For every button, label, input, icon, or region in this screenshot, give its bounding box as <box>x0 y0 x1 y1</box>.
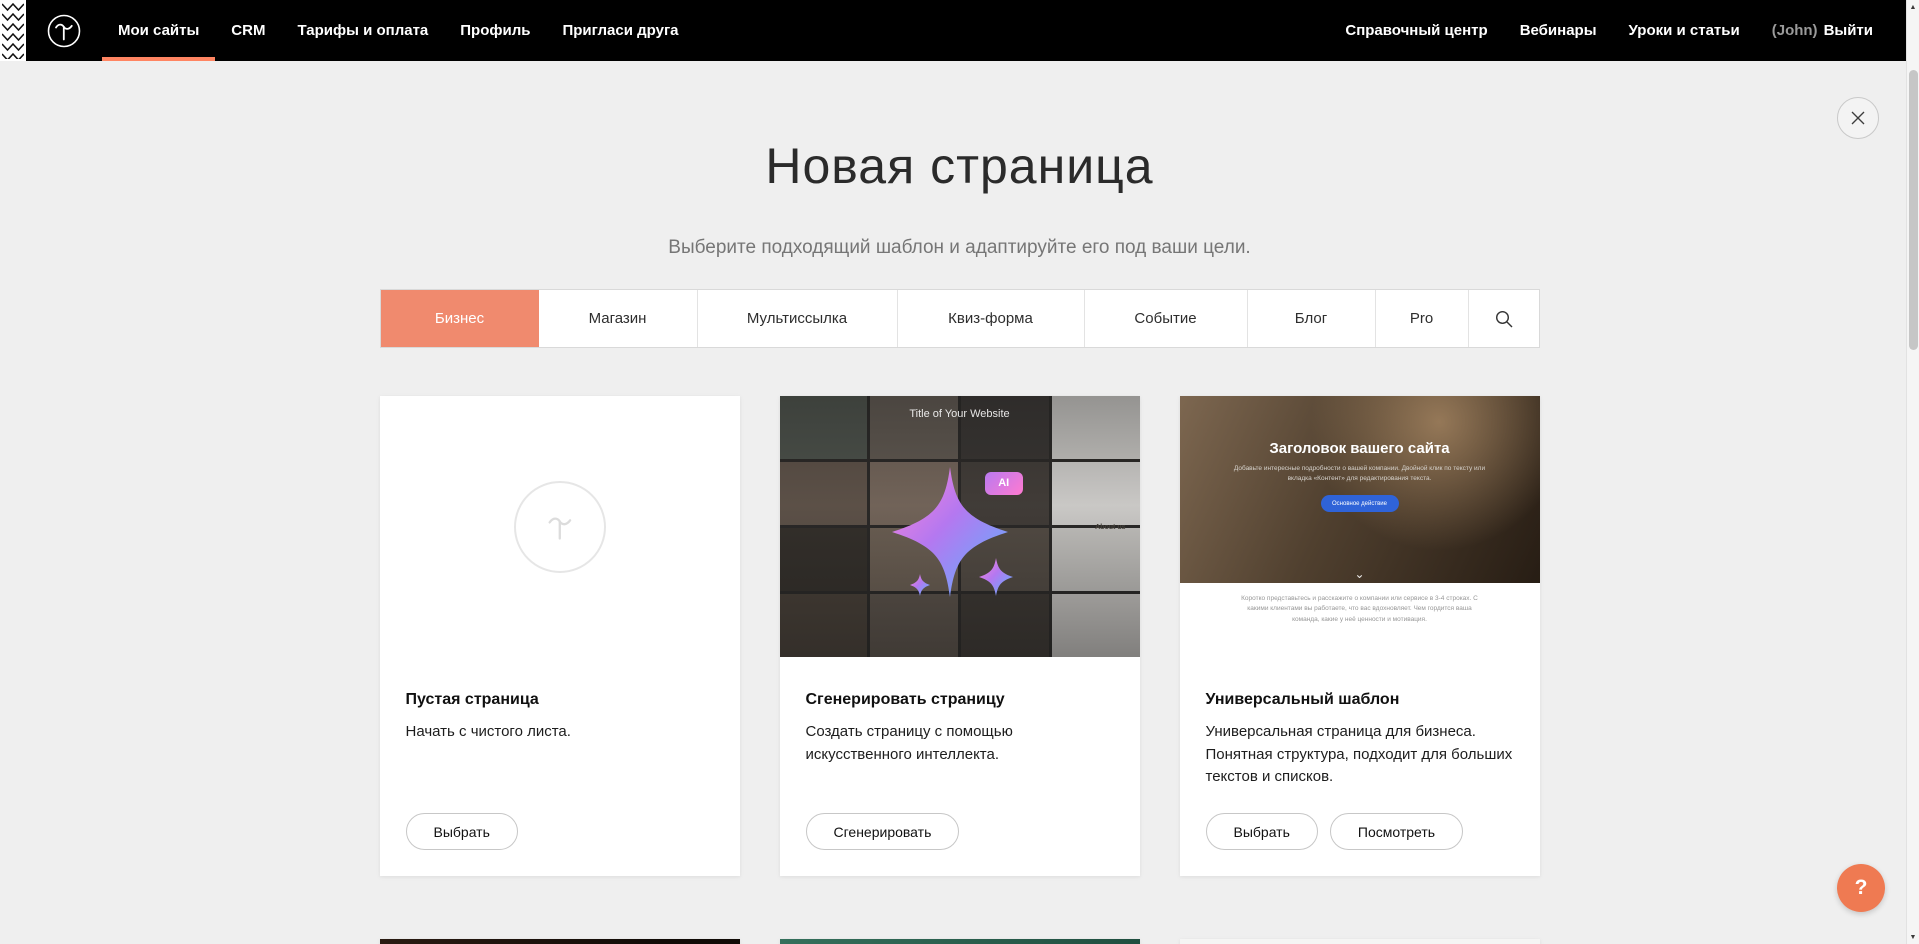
tab-label: Событие <box>1134 310 1196 327</box>
template-preview <box>1180 939 1540 944</box>
preview-button[interactable]: Посмотреть <box>1330 813 1463 850</box>
search-icon <box>1494 309 1514 329</box>
template-cards-row-2 <box>380 939 1540 944</box>
blank-preview <box>380 396 740 657</box>
template-card <box>380 939 740 944</box>
nav-item-profile[interactable]: Профиль <box>444 0 546 61</box>
template-preview: Заголовок вашего сайта Добавьте интересн… <box>1180 396 1540 657</box>
nav-item-label: Тарифы и оплата <box>297 22 428 39</box>
card-actions: Сгенерировать <box>806 813 1114 850</box>
scroll-thumb[interactable] <box>1909 70 1918 350</box>
template-body-text: Коротко представьтесь и расскажите о ком… <box>1241 594 1479 657</box>
tab-label: Блог <box>1295 310 1327 327</box>
nav-item-label: Мои сайты <box>118 22 199 39</box>
nav-item-label: Справочный центр <box>1345 22 1487 39</box>
nav-item-label: CRM <box>231 22 265 39</box>
card-title: Универсальный шаблон <box>1206 691 1514 709</box>
template-card-universal: Заголовок вашего сайта Добавьте интересн… <box>1180 396 1540 876</box>
tab-shop[interactable]: Магазин <box>539 290 698 347</box>
collage-section-label: About us <box>1095 524 1125 531</box>
logout-link[interactable]: Выйти <box>1824 22 1873 39</box>
ai-preview: Title of Your Website About us AI <box>780 396 1140 657</box>
choose-button[interactable]: Выбрать <box>406 813 518 850</box>
template-category-tabs: Бизнес Магазин Мультиссылка Квиз-форма С… <box>380 289 1540 348</box>
template-card <box>1180 939 1540 944</box>
nav-item-lessons[interactable]: Уроки и статьи <box>1613 0 1756 61</box>
user-name: (John) <box>1772 22 1818 39</box>
tab-label: Бизнес <box>435 310 484 327</box>
template-preview <box>780 939 1140 944</box>
generate-button[interactable]: Сгенерировать <box>806 813 960 850</box>
nav-item-label: Профиль <box>460 22 530 39</box>
template-preview <box>380 939 740 944</box>
nav-item-label: Вебинары <box>1520 22 1597 39</box>
card-body: Сгенерировать страницу Создать страницу … <box>780 657 1140 876</box>
template-cta-button: Основное действие <box>1321 495 1399 512</box>
tab-label: Квиз-форма <box>948 310 1033 327</box>
template-card-blank: Пустая страница Начать с чистого листа. … <box>380 396 740 876</box>
card-description: Универсальная страница для бизнеса. Поня… <box>1206 721 1514 789</box>
tab-multilink[interactable]: Мультиссылка <box>698 290 898 347</box>
tab-pro[interactable]: Pro <box>1376 290 1469 347</box>
card-description: Создать страницу с помощью искусственног… <box>806 721 1114 766</box>
nav-item-my-sites[interactable]: Мои сайты <box>102 0 215 61</box>
new-page-dialog: Новая страница Выберите подходящий шабло… <box>0 137 1919 944</box>
zigzag-pattern-icon <box>2 2 24 59</box>
card-body: Пустая страница Начать с чистого листа. … <box>380 657 740 876</box>
template-body: Коротко представьтесь и расскажите о ком… <box>1180 583 1540 657</box>
zigzag-decoration <box>0 0 26 61</box>
close-button[interactable] <box>1837 97 1879 139</box>
user-chunk: (John) Выйти <box>1756 0 1889 61</box>
tab-label: Pro <box>1410 310 1433 327</box>
nav-item-crm[interactable]: CRM <box>215 0 281 61</box>
card-actions: Выбрать <box>406 813 714 850</box>
template-card-ai-generate: Title of Your Website About us AI <box>780 396 1140 876</box>
tilda-logo-icon <box>44 11 84 51</box>
template-hero-title: Заголовок вашего сайта <box>1269 440 1449 457</box>
template-hero: Заголовок вашего сайта Добавьте интересн… <box>1180 396 1540 583</box>
scroll-down-arrow[interactable]: ▼ <box>1907 930 1919 944</box>
tab-blog[interactable]: Блог <box>1248 290 1376 347</box>
help-button[interactable]: ? <box>1837 864 1885 912</box>
nav-item-help-center[interactable]: Справочный центр <box>1329 0 1503 61</box>
card-title: Сгенерировать страницу <box>806 691 1114 709</box>
collage-heading: Title of Your Website <box>780 408 1140 420</box>
card-description: Начать с чистого листа. <box>406 721 714 744</box>
primary-nav: Мои сайты CRM Тарифы и оплата Профиль Пр… <box>102 0 695 61</box>
tab-business[interactable]: Бизнес <box>381 290 539 347</box>
card-actions: Выбрать Посмотреть <box>1206 813 1514 850</box>
nav-item-label: Пригласи друга <box>562 22 678 39</box>
tab-search[interactable] <box>1469 290 1539 347</box>
chevron-down-icon: ⌄ <box>1354 568 1364 580</box>
ai-badge: AI <box>985 472 1023 495</box>
tab-label: Мультиссылка <box>747 310 847 327</box>
template-card <box>780 939 1140 944</box>
card-title: Пустая страница <box>406 691 714 709</box>
choose-button[interactable]: Выбрать <box>1206 813 1318 850</box>
page-subtitle: Выберите подходящий шаблон и адаптируйте… <box>0 237 1919 259</box>
scrollbar[interactable]: ▲ ▼ <box>1906 0 1919 944</box>
nav-item-webinars[interactable]: Вебинары <box>1504 0 1613 61</box>
tab-quiz-form[interactable]: Квиз-форма <box>898 290 1085 347</box>
template-hero-subtitle: Добавьте интересные подробности о вашей … <box>1234 464 1486 484</box>
secondary-nav: Справочный центр Вебинары Уроки и статьи… <box>1329 0 1919 61</box>
nav-item-invite-friend[interactable]: Пригласи друга <box>546 0 694 61</box>
template-cards-row-1: Пустая страница Начать с чистого листа. … <box>380 396 1540 876</box>
tab-event[interactable]: Событие <box>1085 290 1248 347</box>
topbar: Мои сайты CRM Тарифы и оплата Профиль Пр… <box>0 0 1919 61</box>
nav-item-tariffs[interactable]: Тарифы и оплата <box>281 0 444 61</box>
tilda-logo[interactable] <box>26 0 102 61</box>
tilda-watermark-icon <box>514 481 606 573</box>
close-icon <box>1850 110 1866 126</box>
page-title: Новая страница <box>0 137 1919 195</box>
card-body: Универсальный шаблон Универсальная стран… <box>1180 657 1540 876</box>
nav-item-label: Уроки и статьи <box>1629 22 1740 39</box>
tab-label: Магазин <box>589 310 647 327</box>
scroll-up-arrow[interactable]: ▲ <box>1907 0 1919 14</box>
